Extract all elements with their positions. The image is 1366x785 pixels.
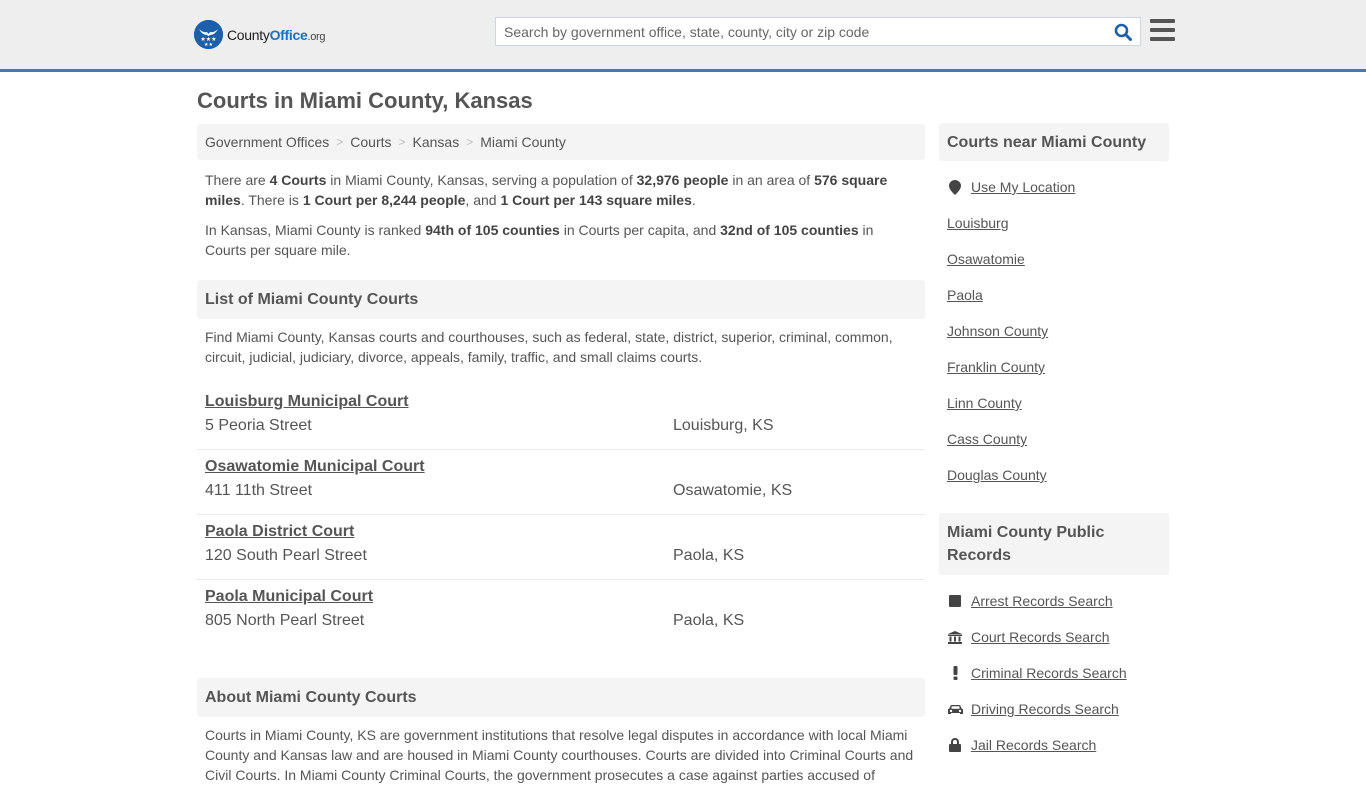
courts-near-heading: Courts near Miami County — [939, 123, 1169, 161]
nearby-link-linn-county[interactable]: Linn County — [947, 395, 1022, 411]
intro-summary: There are 4 Courts in Miami County, Kans… — [197, 170, 925, 260]
breadcrumb-courts[interactable]: Courts — [350, 134, 391, 150]
about-courts-text: Courts in Miami County, KS are governmen… — [205, 727, 914, 783]
court-city: Paola, KS — [673, 612, 745, 629]
courts-list-description: Find Miami County, Kansas courts and cou… — [205, 329, 893, 365]
court-item: Osawatomie Municipal Court 411 11th Stre… — [197, 450, 925, 515]
about-courts-heading: About Miami County Courts — [197, 678, 925, 717]
search-icon — [1114, 23, 1132, 41]
square-icon — [947, 595, 963, 607]
breadcrumb-miami-county[interactable]: Miami County — [480, 134, 566, 150]
court-name-link[interactable]: Paola District Court — [205, 523, 354, 543]
court-item: Paola District Court 120 South Pearl Str… — [197, 515, 925, 580]
sidebar: Courts near Miami County Use My Location… — [939, 123, 1169, 763]
records-item: Criminal Records Search — [947, 655, 1161, 691]
breadcrumb-separator: > — [466, 135, 474, 149]
ranking-paragraph: In Kansas, Miami County is ranked 94th o… — [205, 222, 874, 258]
public-records-heading: Miami County Public Records — [939, 513, 1169, 575]
courthouse-icon — [947, 630, 963, 644]
nearby-link-osawatomie[interactable]: Osawatomie — [947, 251, 1025, 267]
nearby-item: Paola — [947, 277, 1161, 313]
nearby-item: Douglas County — [947, 457, 1161, 493]
criminal-records-link[interactable]: Criminal Records Search — [971, 665, 1127, 681]
main-content: Government Offices > Courts > Kansas > M… — [197, 124, 925, 785]
court-address: 5 Peoria Street — [205, 417, 312, 434]
nearby-item: Cass County — [947, 421, 1161, 457]
exclamation-icon — [947, 666, 963, 680]
map-marker-icon — [947, 179, 963, 195]
driving-records-link[interactable]: Driving Records Search — [971, 701, 1119, 717]
car-icon — [947, 704, 963, 715]
summary-paragraph: There are 4 Courts in Miami County, Kans… — [205, 172, 888, 208]
breadcrumb-kansas[interactable]: Kansas — [413, 134, 460, 150]
nearby-link-johnson-county[interactable]: Johnson County — [947, 323, 1048, 339]
breadcrumb-separator: > — [336, 135, 344, 149]
svg-text:★★: ★★ — [204, 42, 213, 48]
nearby-link-cass-county[interactable]: Cass County — [947, 431, 1027, 447]
breadcrumb-separator: > — [398, 135, 406, 149]
court-item: Paola Municipal Court 805 North Pearl St… — [197, 580, 925, 645]
use-my-location-item: Use My Location — [947, 169, 1161, 205]
records-item: Driving Records Search — [947, 691, 1161, 727]
nearby-item: Johnson County — [947, 313, 1161, 349]
records-item: Arrest Records Search — [947, 583, 1161, 619]
court-city: Louisburg, KS — [673, 417, 774, 434]
logo-text: CountyOffice.org — [227, 26, 326, 43]
eagle-stars-logo-icon: ★★★ ★★ — [194, 20, 223, 49]
use-my-location-link[interactable]: Use My Location — [971, 179, 1075, 195]
nearby-link-douglas-county[interactable]: Douglas County — [947, 467, 1047, 483]
site-header: ★★★ ★★ CountyOffice.org — [0, 0, 1366, 72]
court-address: 411 11th Street — [205, 482, 313, 499]
search-button[interactable] — [1106, 18, 1140, 45]
court-address: 805 North Pearl Street — [205, 612, 365, 629]
records-item: Court Records Search — [947, 619, 1161, 655]
page-title: Courts in Miami County, Kansas — [197, 88, 533, 113]
court-records-link[interactable]: Court Records Search — [971, 629, 1110, 645]
nearby-item: Osawatomie — [947, 241, 1161, 277]
nearby-link-paola[interactable]: Paola — [947, 287, 983, 303]
search-input[interactable] — [496, 18, 1106, 45]
breadcrumb-government-offices[interactable]: Government Offices — [205, 134, 329, 150]
records-item: Jail Records Search — [947, 727, 1161, 763]
logo-link[interactable]: ★★★ ★★ CountyOffice.org — [194, 20, 326, 49]
jail-records-link[interactable]: Jail Records Search — [971, 737, 1096, 753]
court-item: Louisburg Municipal Court 5 Peoria Stree… — [197, 385, 925, 450]
court-address: 120 South Pearl Street — [205, 547, 367, 564]
nearby-list: Use My Location Louisburg Osawatomie Pao… — [939, 169, 1169, 493]
nearby-item: Linn County — [947, 385, 1161, 421]
nearby-item: Louisburg — [947, 205, 1161, 241]
nearby-item: Franklin County — [947, 349, 1161, 385]
court-city: Osawatomie, KS — [673, 482, 793, 499]
public-records-list: Arrest Records Search Court Records Sear… — [939, 583, 1169, 763]
nearby-link-franklin-county[interactable]: Franklin County — [947, 359, 1045, 375]
arrest-records-link[interactable]: Arrest Records Search — [971, 593, 1113, 609]
lock-icon — [947, 738, 963, 752]
court-name-link[interactable]: Louisburg Municipal Court — [205, 393, 409, 413]
search-bar — [495, 17, 1141, 46]
breadcrumb: Government Offices > Courts > Kansas > M… — [197, 124, 925, 160]
courts-list: Louisburg Municipal Court 5 Peoria Stree… — [197, 385, 925, 645]
court-name-link[interactable]: Osawatomie Municipal Court — [205, 458, 425, 478]
courts-list-heading: List of Miami County Courts — [197, 280, 925, 319]
nearby-link-louisburg[interactable]: Louisburg — [947, 215, 1009, 231]
hamburger-menu-icon[interactable] — [1150, 19, 1175, 41]
court-name-link[interactable]: Paola Municipal Court — [205, 588, 373, 608]
court-city: Paola, KS — [673, 547, 745, 564]
